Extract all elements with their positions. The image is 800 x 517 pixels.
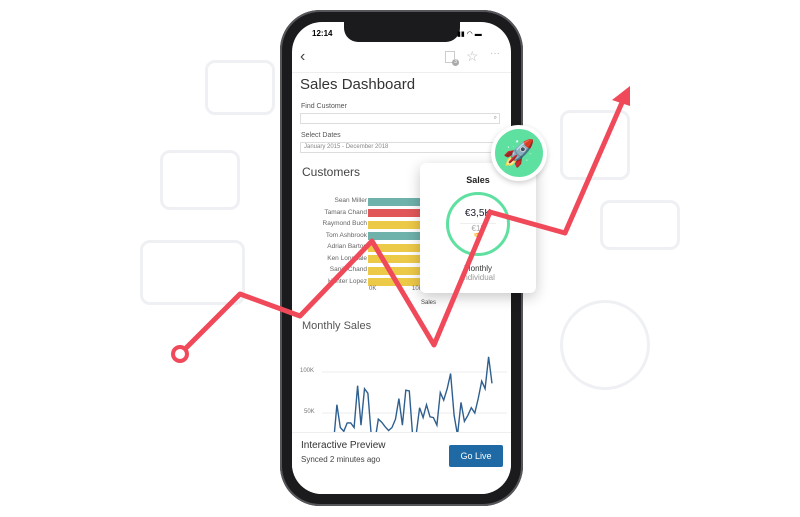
trend-arrow (171, 86, 630, 363)
trend-line (178, 96, 627, 356)
trend-start-dot (171, 345, 189, 363)
arrow-head-icon (612, 86, 630, 106)
rocket-icon: 🚀 (491, 125, 547, 181)
